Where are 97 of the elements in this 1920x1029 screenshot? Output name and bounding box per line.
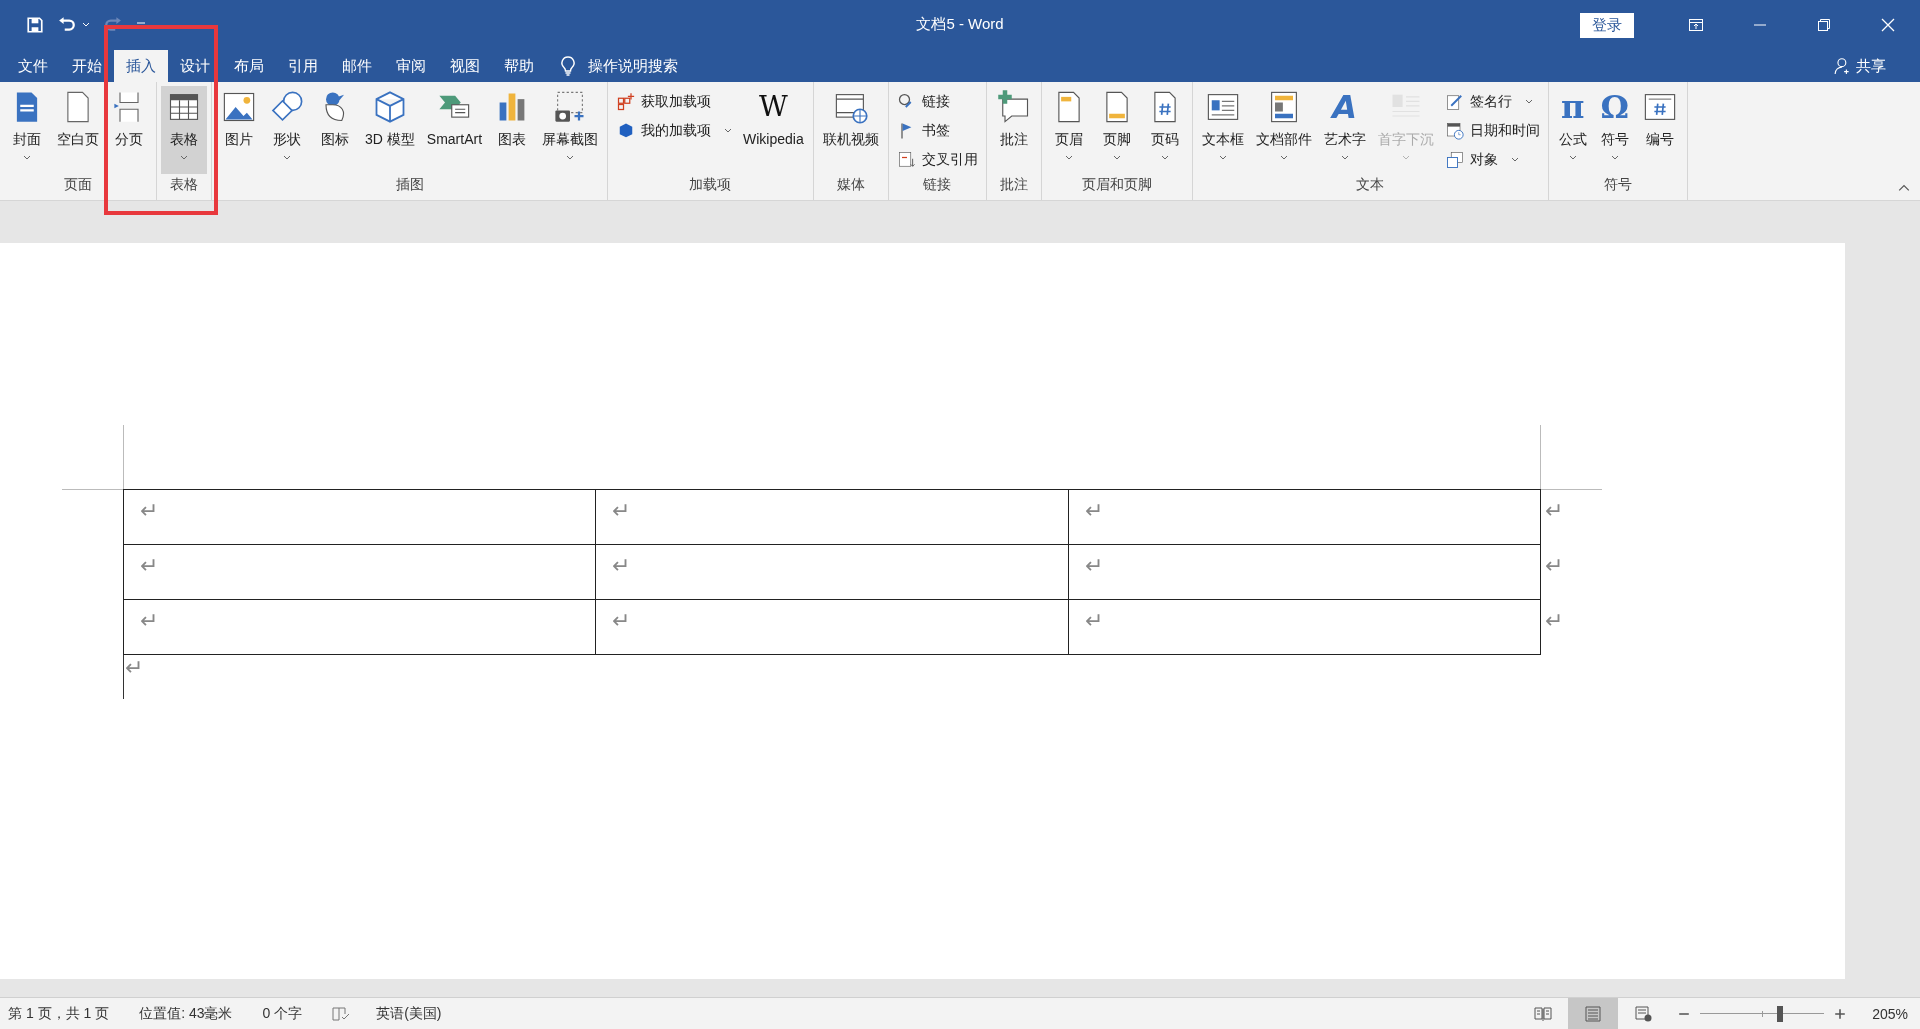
group-label: 链接 bbox=[922, 176, 953, 194]
ribbon-tab[interactable]: 插入 bbox=[114, 50, 168, 82]
window-title: 文档5 - Word bbox=[916, 15, 1004, 34]
row-end-mark: ↵ bbox=[1545, 498, 1563, 524]
web-page-icon bbox=[1634, 1005, 1653, 1022]
person-icon bbox=[1834, 57, 1852, 75]
proofing-icon[interactable] bbox=[332, 1005, 351, 1022]
ribbon-button[interactable]: 页脚 bbox=[1093, 86, 1140, 174]
group-label: 批注 bbox=[998, 176, 1029, 194]
group-label: 插图 bbox=[394, 176, 425, 194]
calendar-clock-icon bbox=[1444, 120, 1465, 141]
tell-me-search[interactable]: 操作说明搜索 bbox=[588, 56, 678, 76]
ribbon-button[interactable]: 图片 bbox=[216, 86, 262, 174]
table-cell[interactable]: ↵ bbox=[1067, 600, 1541, 654]
ribbon-button[interactable]: 图标 bbox=[312, 86, 358, 174]
ribbon-button[interactable]: 页码 bbox=[1141, 86, 1188, 174]
plus-icon bbox=[1834, 1007, 1847, 1020]
row-end-mark: ↵ bbox=[1545, 608, 1563, 634]
restore-icon[interactable] bbox=[1816, 17, 1832, 33]
zoom-slider-thumb[interactable] bbox=[1776, 1005, 1783, 1022]
ribbon-button[interactable]: 对象 bbox=[1440, 146, 1544, 173]
ribbon-button[interactable]: 编号 bbox=[1636, 86, 1683, 174]
language[interactable]: 英语(美国) bbox=[376, 1004, 442, 1023]
position-value[interactable]: 位置值: 43毫米 bbox=[139, 1004, 233, 1023]
ribbon-button[interactable]: 联机视频 bbox=[817, 86, 884, 174]
ribbon-button[interactable]: Ω 符号 bbox=[1594, 86, 1635, 174]
ribbon-button[interactable]: 3D 模型 bbox=[360, 86, 420, 174]
zoom-level[interactable]: 205% bbox=[1872, 1005, 1908, 1022]
close-icon[interactable] bbox=[1880, 17, 1896, 33]
ribbon-tab[interactable]: 布局 bbox=[222, 50, 276, 82]
ribbon-button[interactable]: A 艺术字 bbox=[1318, 86, 1371, 174]
ribbon-button[interactable]: π 公式 bbox=[1552, 86, 1593, 174]
ribbon-button[interactable]: 日期和时间 bbox=[1440, 117, 1544, 144]
group-label: 媒体 bbox=[835, 176, 866, 194]
book-icon bbox=[1534, 1005, 1553, 1022]
zoom-in-button[interactable] bbox=[1834, 1007, 1847, 1020]
save-icon[interactable] bbox=[26, 16, 44, 34]
ribbon-button[interactable]: 分页 bbox=[106, 86, 152, 174]
ribbon-button[interactable]: 形状 bbox=[264, 86, 310, 174]
table-cell[interactable]: ↵ bbox=[123, 600, 596, 654]
ribbon-tab[interactable]: 引用 bbox=[276, 50, 330, 82]
omega-icon: Ω bbox=[1600, 89, 1629, 125]
ribbon-tab[interactable]: 邮件 bbox=[330, 50, 384, 82]
ribbon-display-icon[interactable] bbox=[1688, 17, 1704, 33]
share-button[interactable]: 共享 bbox=[1828, 50, 1892, 82]
ribbon-button[interactable]: 交叉引用 bbox=[892, 146, 982, 173]
group-label: 页眉和页脚 bbox=[1080, 176, 1153, 194]
object-icon bbox=[1444, 149, 1465, 170]
ribbon-button[interactable]: 文本框 bbox=[1196, 86, 1249, 174]
ribbon-tab[interactable]: 设计 bbox=[168, 50, 222, 82]
table-cell[interactable]: ↵ bbox=[123, 490, 596, 544]
table-cell[interactable]: ↵ bbox=[595, 545, 1068, 599]
ribbon-button[interactable]: 书签 bbox=[892, 117, 982, 144]
table-cell[interactable]: ↵ bbox=[595, 490, 1068, 544]
ribbon-button[interactable]: 页眉 bbox=[1045, 86, 1092, 174]
word-count[interactable]: 0 个字 bbox=[262, 1004, 303, 1023]
ribbon-button[interactable]: 屏幕截图 bbox=[537, 86, 604, 174]
ribbon-button[interactable]: 链接 bbox=[892, 88, 982, 115]
cross-reference-icon bbox=[896, 149, 917, 170]
ribbon-button[interactable]: 签名行 bbox=[1440, 88, 1544, 115]
paragraph-mark: ↵ bbox=[125, 655, 143, 681]
page-lines-icon bbox=[1584, 1005, 1603, 1022]
ribbon-tab[interactable]: 开始 bbox=[60, 50, 114, 82]
ribbon-button[interactable]: 获取加载项 bbox=[612, 88, 737, 115]
sign-in-button[interactable]: 登录 bbox=[1580, 12, 1634, 38]
ribbon-tab[interactable]: 视图 bbox=[438, 50, 492, 82]
collapse-ribbon-icon[interactable] bbox=[1898, 184, 1910, 192]
ribbon-button[interactable]: 我的加载项 bbox=[612, 117, 737, 144]
ribbon-button[interactable]: 图表 bbox=[489, 86, 536, 174]
ribbon-tab[interactable]: 审阅 bbox=[384, 50, 438, 82]
grid-plus-icon bbox=[616, 91, 637, 112]
ribbon-button[interactable]: 封面 bbox=[4, 86, 50, 174]
ribbon-tab[interactable]: 文件 bbox=[6, 50, 60, 82]
ribbon-button[interactable]: 文档部件 bbox=[1250, 86, 1317, 174]
table-cell[interactable]: ↵ bbox=[1067, 490, 1541, 544]
row-end-mark: ↵ bbox=[1545, 553, 1563, 579]
ribbon-button[interactable]: 批注 bbox=[990, 86, 1037, 174]
table-cell[interactable]: ↵ bbox=[123, 545, 596, 599]
w-logo-icon: W bbox=[759, 89, 788, 125]
wordart-icon: A bbox=[1332, 89, 1358, 125]
group-label: 页面 bbox=[63, 176, 93, 194]
table-cell[interactable]: ↵ bbox=[1067, 545, 1541, 599]
ribbon-button[interactable]: SmartArt bbox=[421, 86, 488, 174]
ribbon-tab[interactable]: 帮助 bbox=[492, 50, 546, 82]
group-label: 加载项 bbox=[688, 176, 733, 194]
pi-icon: π bbox=[1561, 89, 1585, 125]
group-label: 文本 bbox=[1355, 176, 1386, 194]
table-cell[interactable]: ↵ bbox=[595, 600, 1068, 654]
page-count[interactable]: 第 1 页，共 1 页 bbox=[8, 1004, 110, 1023]
caret-icon[interactable] bbox=[82, 22, 90, 28]
ribbon-button[interactable]: 表格 bbox=[161, 86, 207, 174]
group-label: 符号 bbox=[1602, 176, 1633, 194]
group-label: 表格 bbox=[169, 176, 199, 194]
lightbulb-icon bbox=[560, 56, 576, 76]
ribbon-button[interactable]: W Wikipedia bbox=[738, 86, 809, 174]
undo-icon[interactable] bbox=[58, 16, 76, 34]
ribbon-button[interactable]: 空白页 bbox=[52, 86, 104, 174]
